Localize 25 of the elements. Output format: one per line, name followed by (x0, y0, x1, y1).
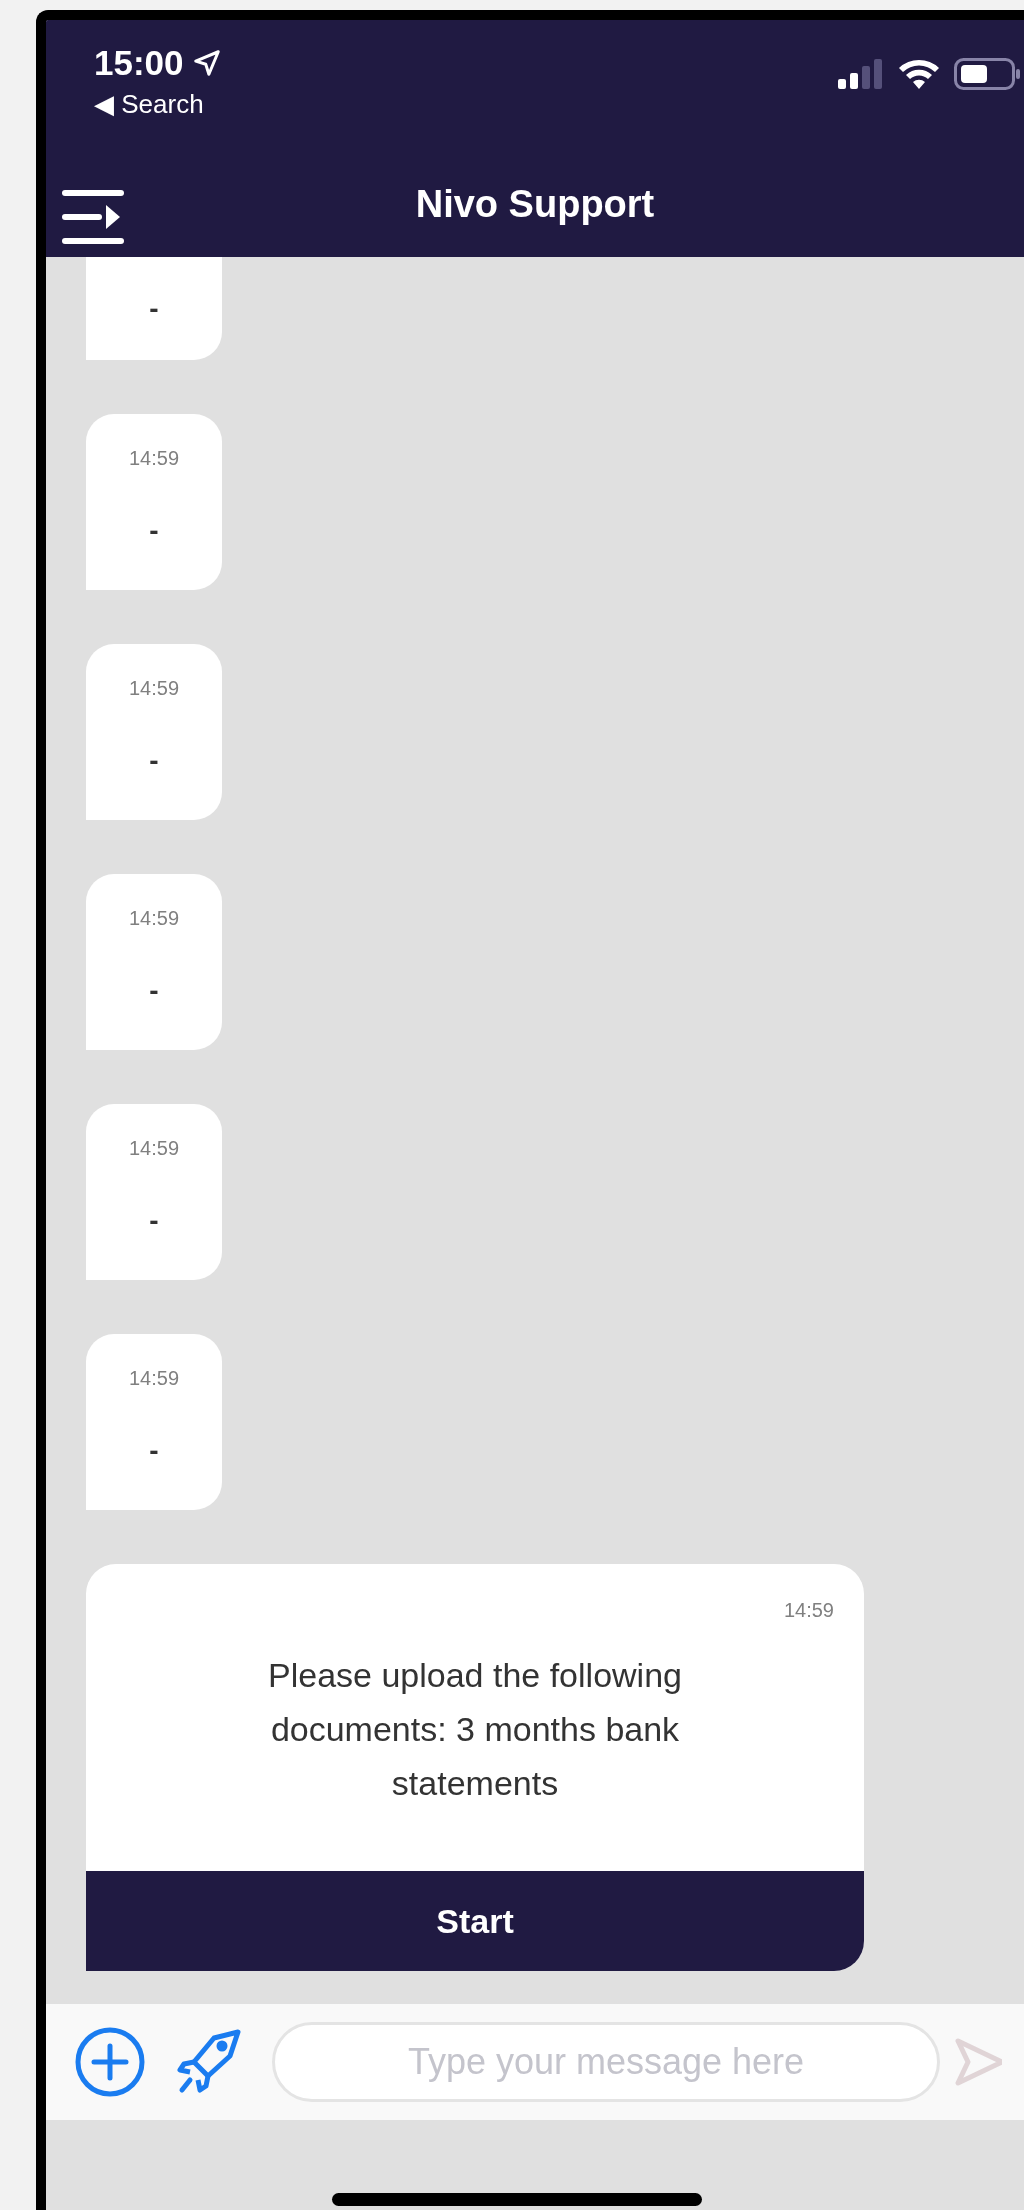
message-time: 14:59 (128, 446, 180, 470)
start-button[interactable]: Start (86, 1871, 864, 1971)
wifi-icon (898, 59, 940, 89)
message-text: Please upload the following documents: 3 months bank statements (267, 1655, 683, 1804)
rocket-icon[interactable] (176, 2028, 242, 2096)
message-time: 14:59 (128, 1366, 180, 1390)
message-field[interactable]: Type your message here (272, 2022, 940, 2102)
header-title: Nivo Support (415, 181, 655, 227)
message-text: - (149, 976, 159, 1006)
status-time: 15:00 (94, 42, 184, 84)
message-text: - (149, 293, 159, 324)
message-time: 14:59 (783, 1598, 834, 1622)
signal-icon (838, 59, 884, 89)
message-text: - (149, 516, 159, 546)
message-text: - (149, 746, 159, 776)
message-text: - (149, 1436, 159, 1466)
menu-icon[interactable] (62, 190, 126, 244)
battery-icon (954, 58, 1020, 90)
add-icon[interactable] (74, 2026, 146, 2098)
message-time: 14:59 (128, 1136, 180, 1160)
back-link[interactable]: ◀ Search (94, 88, 222, 120)
location-arrow-icon (191, 48, 222, 78)
message-time: 14:59 (128, 906, 180, 930)
message-time: 14:59 (128, 676, 180, 700)
message-text: - (149, 1206, 159, 1236)
